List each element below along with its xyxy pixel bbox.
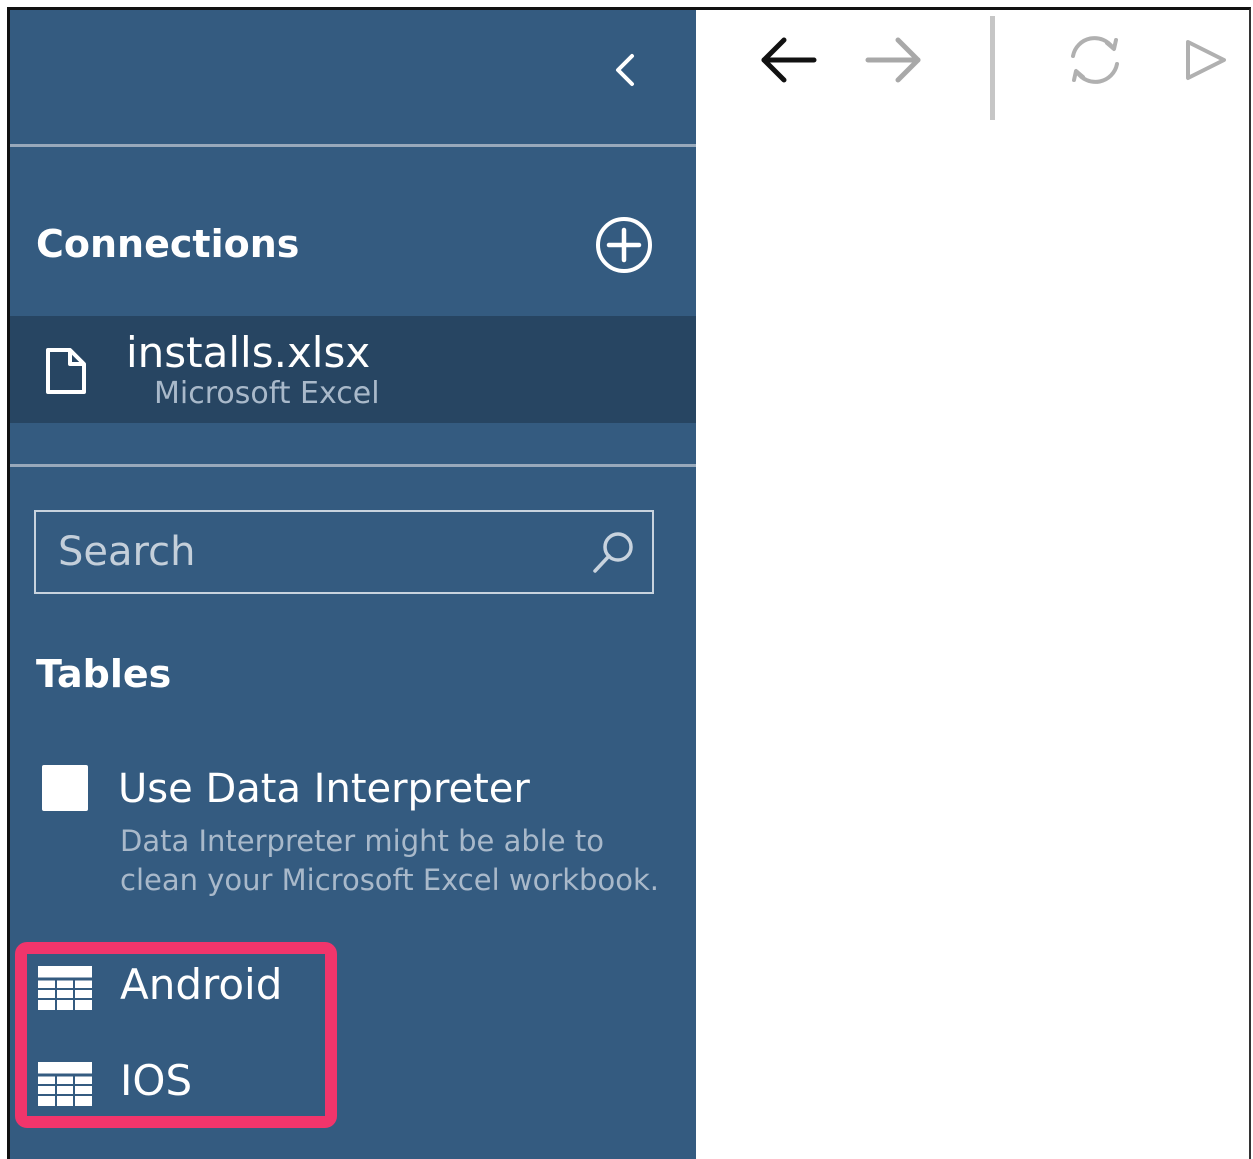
arrow-right-icon bbox=[865, 37, 921, 83]
chevron-left-icon bbox=[616, 54, 634, 86]
redo-button[interactable] bbox=[860, 30, 930, 90]
data-interpreter-label[interactable]: Use Data Interpreter bbox=[118, 766, 530, 812]
run-flow-button[interactable] bbox=[1170, 30, 1240, 90]
flow-toolbar bbox=[696, 10, 1249, 130]
data-interpreter-description: Data Interpreter might be able to clean … bbox=[120, 824, 659, 897]
search-icon[interactable] bbox=[588, 528, 638, 578]
data-source-sidebar: Connections installs.xlsx Microsoft Exce… bbox=[10, 10, 696, 1159]
plus-circle-icon bbox=[596, 217, 652, 273]
connection-type: Microsoft Excel bbox=[154, 376, 380, 411]
connection-name: installs.xlsx bbox=[126, 328, 371, 377]
connection-item[interactable]: installs.xlsx Microsoft Excel bbox=[10, 316, 696, 423]
arrow-left-icon bbox=[761, 37, 817, 83]
toolbar-separator bbox=[990, 16, 995, 120]
search-box bbox=[34, 510, 654, 594]
tables-heading: Tables bbox=[36, 652, 172, 696]
connections-heading: Connections bbox=[36, 222, 300, 266]
refresh-button[interactable] bbox=[1060, 30, 1130, 90]
divider bbox=[10, 144, 696, 147]
undo-button[interactable] bbox=[752, 30, 822, 90]
play-icon bbox=[1186, 40, 1226, 80]
refresh-icon bbox=[1071, 36, 1119, 84]
search-input[interactable] bbox=[36, 512, 576, 592]
data-interpreter-checkbox[interactable] bbox=[42, 765, 88, 811]
add-connection-button[interactable] bbox=[594, 215, 654, 275]
highlight-annotation bbox=[15, 942, 337, 1128]
app-window: Connections installs.xlsx Microsoft Exce… bbox=[7, 7, 1251, 1159]
divider bbox=[10, 464, 696, 467]
file-icon bbox=[46, 348, 86, 394]
collapse-sidebar-button[interactable] bbox=[606, 48, 646, 92]
